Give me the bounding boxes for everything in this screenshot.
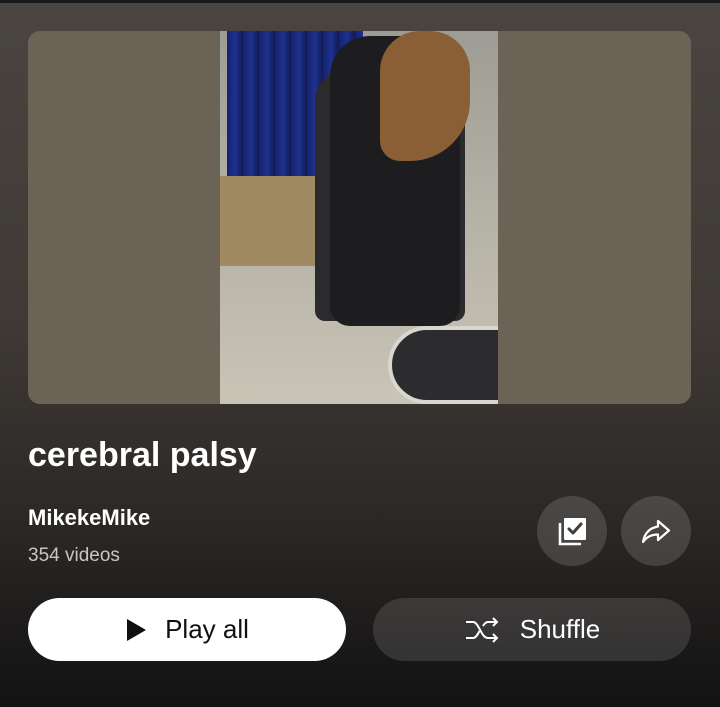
channel-name[interactable]: MikekeMike <box>28 505 150 531</box>
playlist-thumbnail[interactable] <box>28 31 691 404</box>
status-strip <box>0 0 720 3</box>
playlist-saved-icon <box>555 514 589 548</box>
shuffle-icon <box>464 615 502 645</box>
save-playlist-button[interactable] <box>537 496 607 566</box>
video-count: 354 videos <box>28 545 120 566</box>
shuffle-button[interactable]: Shuffle <box>373 598 691 661</box>
playlist-title: cerebral palsy <box>28 436 257 474</box>
play-all-button[interactable]: Play all <box>28 598 346 661</box>
share-button[interactable] <box>621 496 691 566</box>
thumbnail-shoe <box>388 326 498 404</box>
play-all-label: Play all <box>165 614 249 644</box>
shuffle-label: Shuffle <box>519 614 601 644</box>
play-icon <box>125 618 147 642</box>
video-frame <box>220 31 498 404</box>
share-icon <box>639 514 673 548</box>
